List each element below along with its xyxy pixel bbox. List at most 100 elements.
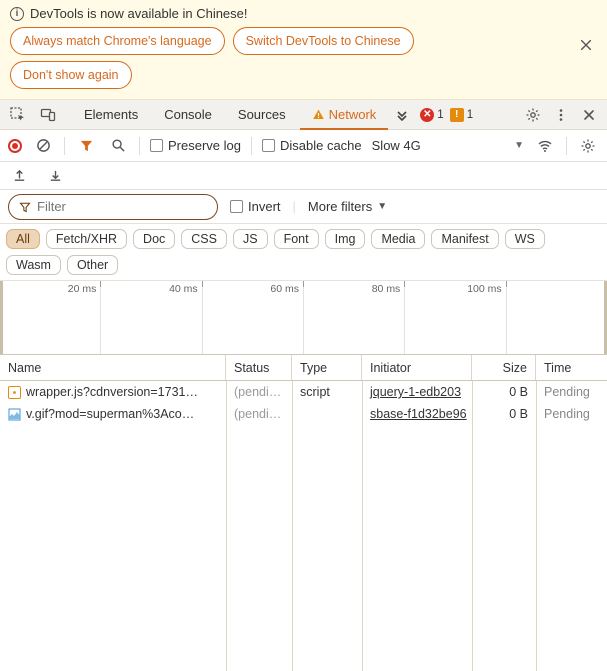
filter-funnel-icon[interactable] — [75, 135, 97, 157]
device-toolbar-icon[interactable] — [34, 101, 62, 129]
inspect-element-icon[interactable] — [4, 101, 32, 129]
tab-network-label: Network — [329, 107, 377, 122]
throttling-value: Slow 4G — [372, 138, 421, 153]
chip-img[interactable]: Img — [325, 229, 366, 249]
cell-type — [292, 403, 362, 425]
preserve-log-label: Preserve log — [168, 138, 241, 153]
error-badge[interactable]: ✕ 1 — [420, 108, 443, 122]
cell-type: script — [292, 381, 362, 403]
cell-initiator[interactable]: jquery-1-edb203 — [370, 385, 461, 399]
checkbox-icon — [150, 139, 163, 152]
filter-funnel-small-icon — [19, 201, 31, 213]
chip-css[interactable]: CSS — [181, 229, 227, 249]
warning-count: 1 — [467, 109, 473, 121]
tab-console[interactable]: Console — [152, 100, 224, 130]
more-filters-button[interactable]: More filters ▼ — [308, 199, 387, 214]
more-tabs-chevron-icon[interactable] — [390, 109, 414, 121]
tab-elements[interactable]: Elements — [72, 100, 150, 130]
chip-media[interactable]: Media — [371, 229, 425, 249]
divider — [566, 137, 567, 155]
error-circle-icon: ✕ — [420, 108, 434, 122]
network-toolbar: Preserve log Disable cache Slow 4G ▼ — [0, 130, 607, 162]
filter-input-wrap[interactable] — [8, 194, 218, 220]
cell-status: (pendi… — [226, 381, 292, 403]
tab-network[interactable]: Network — [300, 100, 389, 130]
js-file-icon — [8, 386, 21, 399]
network-settings-gear-icon[interactable] — [577, 135, 599, 157]
switch-language-button[interactable]: Switch DevTools to Chinese — [233, 27, 414, 55]
chip-all[interactable]: All — [6, 229, 40, 249]
warning-badge[interactable]: ! 1 — [450, 108, 473, 122]
col-initiator[interactable]: Initiator — [362, 355, 472, 380]
chip-fetchxhr[interactable]: Fetch/XHR — [46, 229, 127, 249]
dont-show-again-button[interactable]: Don't show again — [10, 61, 132, 89]
close-devtools-icon[interactable] — [575, 101, 603, 129]
import-har-icon[interactable] — [44, 165, 66, 187]
chip-other[interactable]: Other — [67, 255, 118, 275]
error-count: 1 — [437, 109, 443, 121]
kebab-menu-icon[interactable] — [547, 101, 575, 129]
warning-triangle-icon — [312, 108, 325, 121]
network-conditions-icon[interactable] — [534, 135, 556, 157]
filter-input[interactable] — [37, 199, 213, 214]
col-name[interactable]: Name — [0, 355, 226, 380]
checkbox-icon — [262, 139, 275, 152]
chip-ws[interactable]: WS — [505, 229, 545, 249]
filter-row: Invert | More filters ▼ — [0, 190, 607, 224]
timeline-overview[interactable]: 20 ms40 ms60 ms80 ms100 ms — [0, 281, 607, 355]
info-icon: i — [10, 7, 24, 21]
preserve-log-checkbox[interactable]: Preserve log — [150, 138, 241, 153]
table-body: wrapper.js?cdnversion=1731… (pendi…script… — [0, 381, 607, 671]
cell-time: Pending — [536, 381, 607, 403]
timeline-tick: 40 ms — [169, 283, 198, 295]
table-row[interactable]: v.gif?mod=superman%3Aco… (pendi… sbase-f1d… — [0, 403, 607, 425]
col-time[interactable]: Time — [536, 355, 607, 380]
chip-font[interactable]: Font — [274, 229, 319, 249]
chip-wasm[interactable]: Wasm — [6, 255, 61, 275]
clear-button[interactable] — [32, 135, 54, 157]
match-language-button[interactable]: Always match Chrome's language — [10, 27, 225, 55]
timeline-tick: 60 ms — [270, 283, 299, 295]
timeline-tick: 100 ms — [467, 283, 501, 295]
devtools-tabstrip: Elements Console Sources Network ✕ 1 ! 1 — [0, 100, 607, 130]
chip-doc[interactable]: Doc — [133, 229, 175, 249]
settings-gear-icon[interactable] — [519, 101, 547, 129]
warning-square-icon: ! — [450, 108, 464, 122]
infobar-close-button[interactable] — [579, 38, 597, 56]
cell-name: wrapper.js?cdnversion=1731… — [26, 385, 198, 399]
cell-size: 0 B — [472, 403, 536, 425]
invert-checkbox[interactable]: Invert — [230, 199, 281, 214]
cell-size: 0 B — [472, 381, 536, 403]
col-size[interactable]: Size — [472, 355, 536, 380]
cell-status: (pendi… — [226, 403, 292, 425]
col-type[interactable]: Type — [292, 355, 362, 380]
disable-cache-label: Disable cache — [280, 138, 362, 153]
record-button[interactable] — [8, 139, 22, 153]
divider — [64, 137, 65, 155]
table-row[interactable]: wrapper.js?cdnversion=1731… (pendi…script… — [0, 381, 607, 403]
checkbox-icon — [230, 200, 243, 213]
timeline-tick: 80 ms — [372, 283, 401, 295]
table-header: Name Status Type Initiator Size Time — [0, 355, 607, 381]
network-subtoolbar — [0, 162, 607, 190]
col-status[interactable]: Status — [226, 355, 292, 380]
divider — [139, 137, 140, 155]
cell-time: Pending — [536, 403, 607, 425]
more-filters-label: More filters — [308, 199, 372, 214]
infobar-title: DevTools is now available in Chinese! — [30, 6, 248, 21]
cell-initiator[interactable]: sbase-f1d32be96 — [370, 407, 467, 421]
disable-cache-checkbox[interactable]: Disable cache — [262, 138, 362, 153]
caret-down-icon: ▼ — [377, 201, 387, 212]
cell-name: v.gif?mod=superman%3Aco… — [26, 407, 194, 421]
throttling-caret-icon[interactable]: ▼ — [514, 140, 524, 151]
export-har-icon[interactable] — [8, 165, 30, 187]
chip-manifest[interactable]: Manifest — [431, 229, 498, 249]
tab-sources[interactable]: Sources — [226, 100, 298, 130]
invert-label: Invert — [248, 199, 281, 214]
throttling-selector[interactable]: Slow 4G — [372, 138, 421, 153]
search-icon[interactable] — [107, 135, 129, 157]
language-infobar: i DevTools is now available in Chinese! … — [0, 0, 607, 100]
divider — [251, 137, 252, 155]
type-filter-chips: All Fetch/XHR Doc CSS JS Font ImgMedia Manifest… — [0, 224, 607, 281]
chip-js[interactable]: JS — [233, 229, 268, 249]
